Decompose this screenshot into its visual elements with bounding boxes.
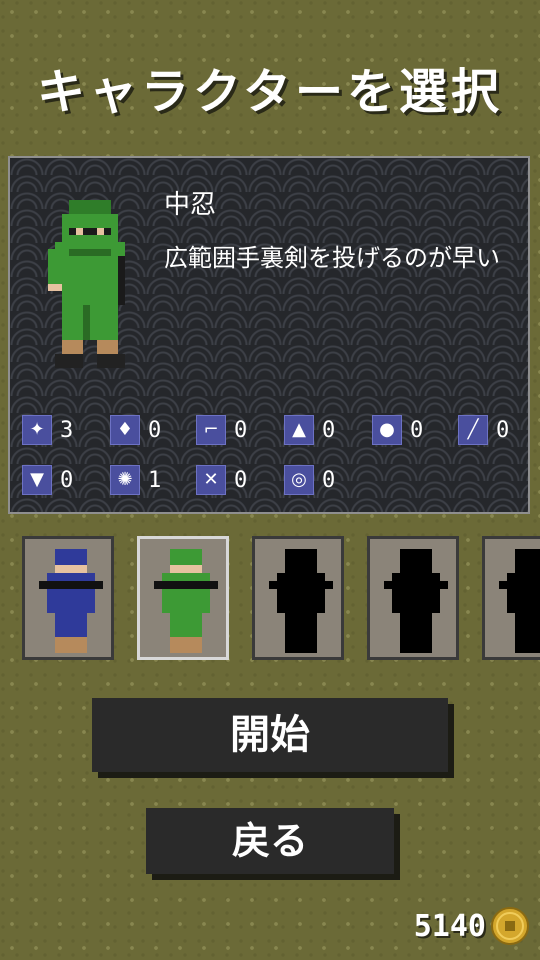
stat-sword: ╱ 0 bbox=[458, 414, 509, 446]
coin-icon bbox=[491, 907, 529, 945]
caltrop-icon: ▲ bbox=[284, 415, 314, 445]
bomb-icon: ● bbox=[372, 415, 402, 445]
locked-character-silhouette bbox=[269, 549, 333, 653]
stat-bomb: ● 0 bbox=[372, 414, 423, 446]
stat-wheel-shuriken: ✺ 1 bbox=[110, 464, 161, 496]
locked-character-silhouette bbox=[499, 549, 540, 653]
coin-count: 5140 bbox=[413, 908, 486, 944]
character-card-green-ninja[interactable] bbox=[137, 536, 229, 660]
sword-icon: ╱ bbox=[458, 415, 488, 445]
shuriken-icon: ✦ bbox=[22, 415, 52, 445]
selected-character-portrait bbox=[48, 200, 125, 368]
character-description: 広範囲手裏剣を投げるのが早い bbox=[164, 244, 500, 272]
kunai-icon: ♦ bbox=[110, 415, 140, 445]
stat-value: 0 bbox=[410, 417, 424, 443]
stat-value: 0 bbox=[322, 417, 336, 443]
character-card-locked-4[interactable] bbox=[367, 536, 459, 660]
stat-kama: ⌐ 0 bbox=[196, 414, 247, 446]
stat-value: 0 bbox=[322, 467, 336, 493]
stat-value: 1 bbox=[148, 467, 162, 493]
green-ninja-sprite bbox=[154, 549, 218, 653]
character-card-blue-ninja[interactable] bbox=[22, 536, 114, 660]
wheel-shuriken-icon: ✺ bbox=[110, 465, 140, 495]
stat-value: 0 bbox=[234, 417, 248, 443]
stat-caltrop: ▲ 0 bbox=[284, 414, 335, 446]
stat-shuriken: ✦ 3 bbox=[22, 414, 73, 446]
character-detail-panel: 中忍 広範囲手裏剣を投げるのが早い ✦ 3 ♦ 0 ⌐ 0 ▲ 0 ● 0 ╱ … bbox=[8, 156, 530, 514]
ring-icon: ◎ bbox=[284, 465, 314, 495]
back-button[interactable]: 戻る bbox=[146, 808, 394, 874]
stat-value: 0 bbox=[496, 417, 510, 443]
stat-value: 0 bbox=[60, 467, 74, 493]
locked-character-silhouette bbox=[384, 549, 448, 653]
crossed-blades-icon: ✕ bbox=[196, 465, 226, 495]
shield-icon: ▼ bbox=[22, 465, 52, 495]
stat-value: 3 bbox=[60, 417, 74, 443]
stat-crossed-blades: ✕ 0 bbox=[196, 464, 247, 496]
character-name: 中忍 bbox=[164, 190, 217, 220]
start-button[interactable]: 開始 bbox=[92, 698, 448, 772]
blue-ninja-sprite bbox=[39, 549, 103, 653]
screen-title: キャラクターを選択 bbox=[36, 64, 504, 120]
character-card-locked-5[interactable] bbox=[482, 536, 540, 660]
stat-value: 0 bbox=[234, 467, 248, 493]
stat-value: 0 bbox=[148, 417, 162, 443]
stat-ring: ◎ 0 bbox=[284, 464, 335, 496]
coin-balance: 5140 bbox=[414, 906, 530, 946]
character-card-locked-3[interactable] bbox=[252, 536, 344, 660]
stat-shield: ▼ 0 bbox=[22, 464, 73, 496]
kama-icon: ⌐ bbox=[196, 415, 226, 445]
stat-kunai: ♦ 0 bbox=[110, 414, 161, 446]
